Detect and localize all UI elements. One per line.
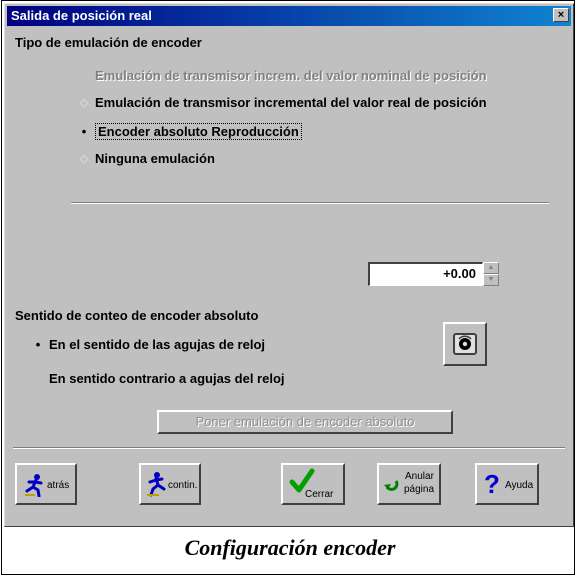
- radio-label[interactable]: Encoder absoluto Reproducción: [95, 123, 302, 140]
- section-divider: [71, 202, 549, 204]
- close-dialog-button[interactable]: Cerrar: [281, 463, 345, 505]
- figure-caption: Configuración encoder: [184, 535, 396, 560]
- window-title: Salida de posición real: [11, 8, 152, 23]
- help-label: Ayuda: [505, 480, 534, 491]
- set-absolute-encoder-button: Poner emulación de encoder absoluto: [157, 410, 453, 434]
- radio-label: Emulación de transmisor increm. del valo…: [95, 68, 487, 83]
- radio-absolute-encoder[interactable]: • Encoder absoluto Reproducción: [79, 123, 302, 140]
- radio-selected-indicator[interactable]: •: [33, 337, 43, 352]
- radio-label[interactable]: En el sentido de las agujas de reloj: [49, 337, 265, 352]
- value-spinner[interactable]: ▲ ▼: [483, 262, 499, 286]
- help-button[interactable]: ? Ayuda: [475, 463, 539, 505]
- radio-real-emulation[interactable]: ◇ Emulación de transmisor incremental de…: [79, 95, 487, 110]
- close-label: Cerrar: [305, 489, 334, 500]
- button-bar-divider: [13, 447, 565, 449]
- continue-label: contin.: [168, 480, 198, 491]
- cancel-label-line2: página: [404, 484, 435, 495]
- dial-icon: [453, 333, 477, 355]
- radio-clockwise[interactable]: • En el sentido de las agujas de reloj: [33, 337, 265, 352]
- direction-dial-button[interactable]: [443, 322, 487, 366]
- runner-forward-icon: [145, 471, 169, 500]
- radio-nominal-emulation: Emulación de transmisor increm. del valo…: [79, 68, 487, 83]
- close-button[interactable]: ×: [553, 8, 569, 22]
- back-label: atrás: [47, 480, 70, 491]
- spin-up-button[interactable]: ▲: [483, 262, 499, 274]
- radio-label[interactable]: Emulación de transmisor incremental del …: [95, 95, 487, 110]
- radio-indicator[interactable]: ◇: [79, 152, 89, 165]
- cancel-page-button[interactable]: Anular página: [377, 463, 441, 505]
- title-bar: Salida de posición real ×: [7, 6, 571, 26]
- back-button[interactable]: atrás: [15, 463, 77, 505]
- value-input[interactable]: +0.00: [368, 262, 483, 286]
- runner-back-icon: [23, 473, 47, 500]
- radio-no-emulation[interactable]: ◇ Ninguna emulación: [79, 151, 215, 166]
- radio-label[interactable]: En sentido contrario a agujas del reloj: [49, 371, 285, 386]
- continue-button[interactable]: contin.: [139, 463, 201, 505]
- radio-selected-indicator[interactable]: •: [79, 124, 89, 139]
- undo-arrow-icon: [383, 476, 401, 497]
- cancel-label-line1: Anular: [405, 471, 434, 482]
- radio-indicator[interactable]: ◇: [79, 96, 89, 109]
- radio-label[interactable]: Ninguna emulación: [95, 151, 215, 166]
- count-direction-heading: Sentido de conteo de encoder absoluto: [15, 308, 259, 323]
- dialog-window: Salida de posición real × Tipo de emulac…: [4, 3, 574, 527]
- encoder-type-heading: Tipo de emulación de encoder: [15, 35, 202, 50]
- radio-counterclockwise[interactable]: En sentido contrario a agujas del reloj: [33, 371, 285, 386]
- question-icon: ?: [484, 469, 500, 499]
- spin-down-button[interactable]: ▼: [483, 274, 499, 286]
